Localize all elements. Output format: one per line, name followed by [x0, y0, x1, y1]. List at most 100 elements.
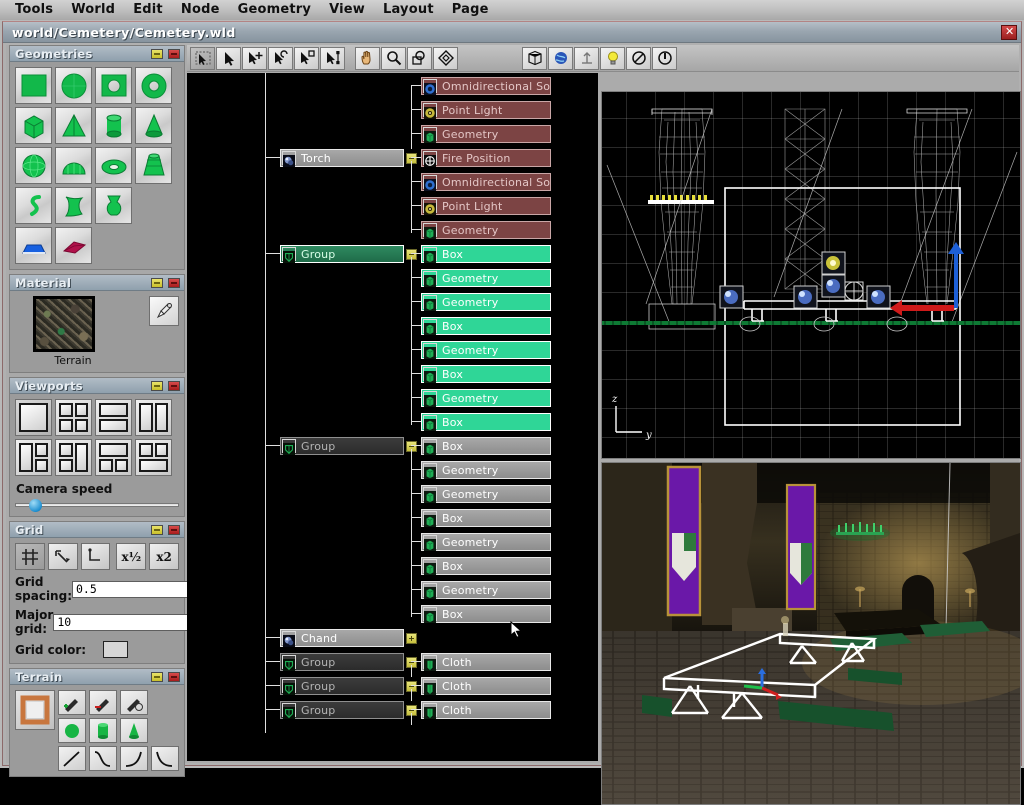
torus-geometry-icon[interactable] [95, 147, 132, 184]
ring-geometry-icon[interactable] [135, 67, 172, 104]
window-close-button[interactable] [1001, 25, 1017, 40]
tree-node[interactable]: Geometry [421, 125, 551, 143]
layout-two-horizontal-button[interactable] [95, 399, 132, 436]
tree-node[interactable]: Group [280, 437, 404, 455]
lightbulb-icon[interactable] [600, 47, 625, 70]
vase-geometry-icon[interactable] [95, 187, 132, 224]
select-rect-icon[interactable] [190, 47, 215, 70]
layout-quad-button[interactable] [55, 399, 92, 436]
tree-node[interactable]: Cloth [421, 653, 551, 671]
tree-node[interactable]: Geometry [421, 461, 551, 479]
sphere-geometry-icon[interactable] [15, 147, 52, 184]
brush-minus-icon[interactable] [89, 690, 117, 715]
tree-node[interactable]: Geometry [421, 269, 551, 287]
wireframe-viewport[interactable]: z y [601, 91, 1021, 459]
diamond-center-icon[interactable] [433, 47, 458, 70]
cone-brush-icon[interactable] [120, 718, 148, 743]
square-orange-icon[interactable] [15, 690, 55, 730]
curve-ease-out-icon[interactable] [151, 746, 179, 771]
grid-icon[interactable] [15, 543, 45, 570]
layout-left-one-right-two-button[interactable] [15, 439, 52, 476]
plane-geometry-icon[interactable] [15, 67, 52, 104]
menu-item-view[interactable]: View [320, 0, 374, 20]
layout-single-button[interactable] [15, 399, 52, 436]
menu-item-node[interactable]: Node [172, 0, 229, 20]
close-icon[interactable] [168, 49, 180, 59]
minimize-icon[interactable] [151, 672, 163, 682]
sheet-geometry-icon[interactable] [55, 187, 92, 224]
close-icon[interactable] [168, 525, 180, 535]
menu-item-edit[interactable]: Edit [124, 0, 172, 20]
curve-linear-icon[interactable] [58, 746, 86, 771]
rendered-viewport[interactable] [601, 462, 1021, 805]
close-icon[interactable] [168, 672, 180, 682]
tree-node[interactable]: Group [280, 701, 404, 719]
tree-node[interactable]: Geometry [421, 341, 551, 359]
arrow-scale-icon[interactable] [294, 47, 319, 70]
tree-node[interactable]: Geometry [421, 221, 551, 239]
tree-node[interactable]: Cloth [421, 677, 551, 695]
tree-node[interactable]: Geometry [421, 581, 551, 599]
layout-top-two-bottom-one-button[interactable] [135, 439, 172, 476]
close-icon[interactable] [168, 278, 180, 288]
camera-speed-slider[interactable] [15, 499, 179, 511]
spline-geometry-icon[interactable] [15, 187, 52, 224]
water-geometry-icon[interactable] [15, 227, 52, 264]
menu-item-world[interactable]: World [62, 0, 124, 20]
tree-node[interactable]: Group [280, 677, 404, 695]
hand-icon[interactable] [355, 47, 380, 70]
grid-double-button[interactable]: x2 [149, 543, 179, 570]
menu-item-page[interactable]: Page [443, 0, 498, 20]
tree-node[interactable]: Omnidirectional Sour [421, 77, 551, 95]
tree-node[interactable]: Omnidirectional Sour [421, 173, 551, 191]
tree-node[interactable]: Geometry [421, 533, 551, 551]
grid-halve-button[interactable]: x½ [116, 543, 146, 570]
tree-node[interactable]: Box [421, 605, 551, 623]
expand-icon[interactable] [406, 633, 417, 644]
tree-node[interactable]: Box [421, 509, 551, 527]
tube-geometry-icon[interactable] [135, 147, 172, 184]
tree-node[interactable]: Group [280, 245, 404, 263]
tree-node[interactable]: Torch [280, 149, 404, 167]
minimize-icon[interactable] [151, 381, 163, 391]
tree-node[interactable]: Geometry [421, 293, 551, 311]
layout-two-vertical-button[interactable] [135, 399, 172, 436]
cloth-geometry-icon[interactable] [55, 227, 92, 264]
menu-item-layout[interactable]: Layout [374, 0, 443, 20]
menu-item-geometry[interactable]: Geometry [229, 0, 320, 20]
tree-node[interactable]: Box [421, 245, 551, 263]
curve-ease-in-icon[interactable] [120, 746, 148, 771]
brush-plus-icon[interactable] [58, 690, 86, 715]
material-preview-swatch[interactable] [33, 296, 95, 352]
globe-icon[interactable] [548, 47, 573, 70]
eyedropper-icon[interactable] [149, 296, 179, 326]
no-circle-icon[interactable] [626, 47, 651, 70]
close-icon[interactable] [168, 381, 180, 391]
menu-item-tools[interactable]: Tools [6, 0, 62, 20]
minimize-icon[interactable] [151, 49, 163, 59]
snap-arrow-icon[interactable] [48, 543, 78, 570]
grid-color-swatch[interactable] [103, 641, 128, 658]
power-icon[interactable] [652, 47, 677, 70]
brush-circle-icon[interactable] [120, 690, 148, 715]
layout-left-two-right-one-button[interactable] [55, 439, 92, 476]
square-hole-geometry-icon[interactable] [95, 67, 132, 104]
pyramid-geometry-icon[interactable] [55, 107, 92, 144]
minimize-icon[interactable] [151, 278, 163, 288]
tree-node[interactable]: Box [421, 557, 551, 575]
tree-node[interactable]: Box [421, 413, 551, 431]
tree-node[interactable]: Box [421, 437, 551, 455]
arrow-icon[interactable] [216, 47, 241, 70]
tree-node[interactable]: Cloth [421, 701, 551, 719]
arrow-move-icon[interactable] [242, 47, 267, 70]
curve-smooth-icon[interactable] [89, 746, 117, 771]
tree-node[interactable]: Geometry [421, 389, 551, 407]
tree-node[interactable]: Geometry [421, 485, 551, 503]
tree-node[interactable]: Box [421, 365, 551, 383]
disc-geometry-icon[interactable] [55, 67, 92, 104]
tree-node[interactable]: Point Light [421, 197, 551, 215]
sphere-brush-icon[interactable] [58, 718, 86, 743]
normals-icon[interactable] [574, 47, 599, 70]
layout-top-one-bottom-two-button[interactable] [95, 439, 132, 476]
tree-node[interactable]: Chand [280, 629, 404, 647]
